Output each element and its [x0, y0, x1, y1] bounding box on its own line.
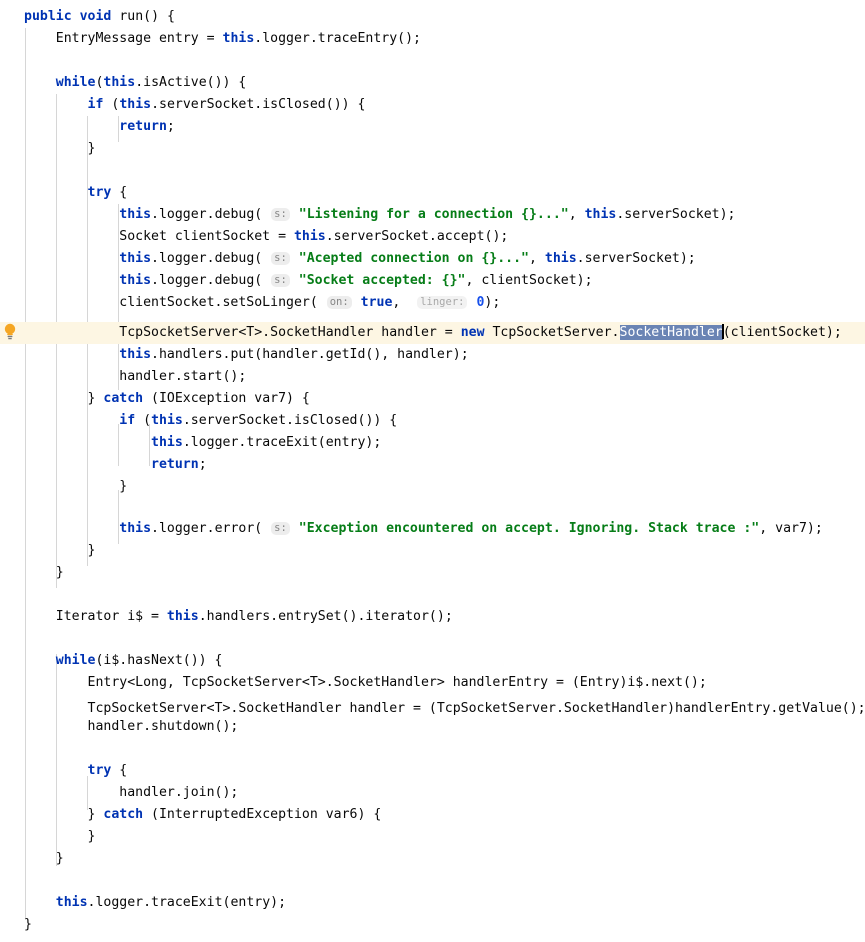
code-line[interactable]: [0, 50, 865, 72]
code-line[interactable]: Socket clientSocket = this.serverSocket.…: [0, 226, 865, 248]
code-line[interactable]: }: [0, 540, 865, 562]
code-line[interactable]: [0, 498, 865, 520]
code-line[interactable]: this.logger.error( s: "Exception encount…: [0, 518, 865, 540]
code-line[interactable]: }: [0, 826, 865, 848]
code-line[interactable]: Entry<Long, TcpSocketServer<T>.SocketHan…: [0, 672, 865, 694]
code-line[interactable]: clientSocket.setSoLinger( on: true, ling…: [0, 292, 865, 314]
code-line[interactable]: EntryMessage entry = this.logger.traceEn…: [0, 28, 865, 50]
code-line[interactable]: this.logger.debug( s: "Listening for a c…: [0, 204, 865, 226]
code-line[interactable]: this.logger.traceExit(entry);: [0, 892, 865, 914]
inlay-hint: on:: [326, 295, 352, 309]
code-line[interactable]: [0, 628, 865, 650]
code-line[interactable]: }: [0, 138, 865, 160]
code-line[interactable]: while(this.isActive()) {: [0, 72, 865, 94]
code-content[interactable]: public void run() { EntryMessage entry =…: [0, 0, 865, 942]
inlay-hint: s:: [271, 273, 290, 287]
code-line[interactable]: try {: [0, 182, 865, 204]
code-line[interactable]: handler.join();: [0, 782, 865, 804]
code-line[interactable]: public void run() {: [0, 6, 865, 28]
code-editor[interactable]: public void run() { EntryMessage entry =…: [0, 0, 865, 942]
code-line[interactable]: [0, 870, 865, 892]
inlay-hint: s:: [271, 251, 290, 265]
code-line[interactable]: } catch (InterruptedException var6) {: [0, 804, 865, 826]
code-line[interactable]: try {: [0, 760, 865, 782]
code-line[interactable]: this.logger.traceExit(entry);: [0, 432, 865, 454]
code-line[interactable]: [0, 738, 865, 760]
lightbulb-icon[interactable]: [2, 322, 18, 340]
code-line[interactable]: } catch (IOException var7) {: [0, 388, 865, 410]
code-line[interactable]: }: [0, 848, 865, 870]
code-line[interactable]: handler.shutdown();: [0, 716, 865, 738]
code-line[interactable]: if (this.serverSocket.isClosed()) {: [0, 410, 865, 432]
code-line[interactable]: [0, 584, 865, 606]
inlay-hint: s:: [271, 521, 290, 535]
editor-gutter[interactable]: [0, 0, 20, 942]
code-line[interactable]: return;: [0, 454, 865, 476]
code-line[interactable]: }: [0, 562, 865, 584]
code-line[interactable]: this.logger.debug( s: "Acepted connectio…: [0, 248, 865, 270]
selected-text[interactable]: SocketHandler: [619, 325, 723, 340]
inlay-hint: linger:: [417, 295, 468, 309]
inlay-hint: s:: [271, 207, 290, 221]
code-line[interactable]: Iterator i$ = this.handlers.entrySet().i…: [0, 606, 865, 628]
code-line[interactable]: handler.start();: [0, 366, 865, 388]
code-line[interactable]: while(i$.hasNext()) {: [0, 650, 865, 672]
code-line-caret[interactable]: TcpSocketServer<T>.SocketHandler handler…: [0, 322, 865, 344]
code-line[interactable]: }: [0, 914, 865, 936]
code-line[interactable]: this.logger.debug( s: "Socket accepted: …: [0, 270, 865, 292]
code-line[interactable]: this.handlers.put(handler.getId(), handl…: [0, 344, 865, 366]
code-line[interactable]: if (this.serverSocket.isClosed()) {: [0, 94, 865, 116]
code-line[interactable]: [0, 160, 865, 182]
code-line[interactable]: }: [0, 476, 865, 498]
code-line[interactable]: return;: [0, 116, 865, 138]
